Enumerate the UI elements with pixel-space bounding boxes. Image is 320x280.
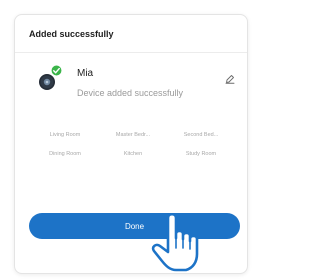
room-option-second-bedroom[interactable]: Second Bed...	[171, 128, 231, 142]
done-button[interactable]: Done	[29, 213, 240, 239]
room-option-dining-room[interactable]: Dining Room	[35, 147, 95, 161]
dialog-title: Added successfully	[29, 29, 114, 39]
title-divider	[15, 52, 247, 53]
success-dialog: Added successfully Mia Device added succ…	[14, 14, 248, 274]
room-option-study-room[interactable]: Study Room	[171, 147, 231, 161]
room-option-kitchen[interactable]: Kitchen	[103, 147, 163, 161]
room-option-living-room[interactable]: Living Room	[35, 128, 95, 142]
pencil-icon	[225, 75, 235, 84]
pointing-hand-icon	[151, 212, 199, 272]
device-name: Mia	[77, 68, 94, 79]
edit-name-button[interactable]	[222, 71, 238, 87]
room-option-master-bedroom[interactable]: Master Bedr...	[103, 128, 163, 142]
device-status: Device added successfully	[77, 88, 184, 98]
check-circle-icon	[51, 65, 62, 76]
